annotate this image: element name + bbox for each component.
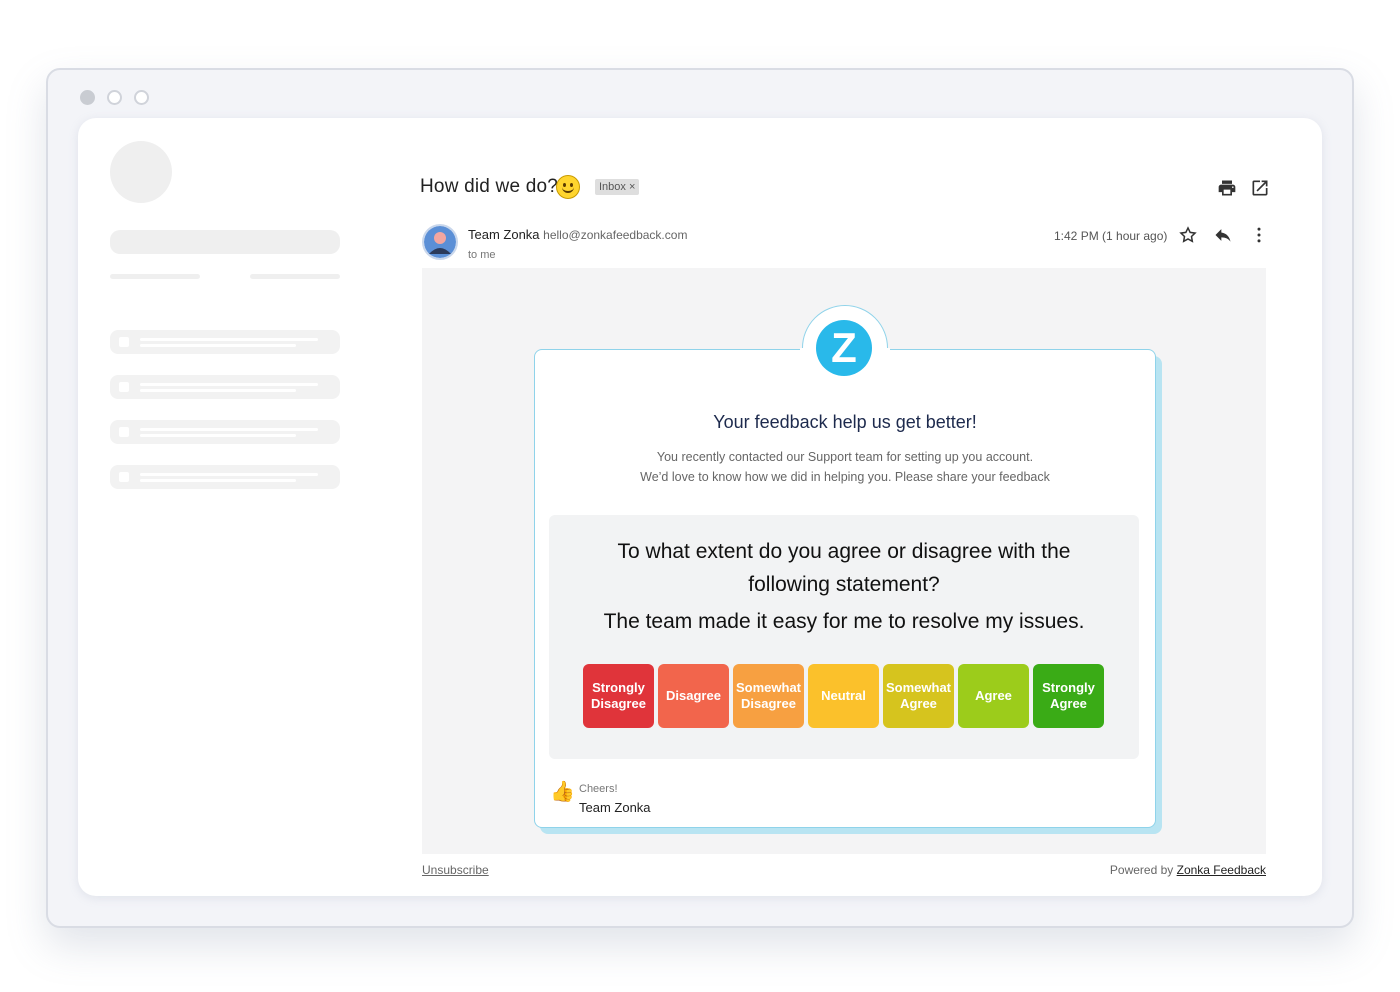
- likert-options: Strongly Disagree Disagree Somewhat Disa…: [583, 664, 1105, 728]
- option-neutral-button[interactable]: Neutral: [808, 664, 879, 728]
- sidebar-item-placeholder: [110, 375, 340, 399]
- closing-text: Cheers!: [579, 783, 618, 795]
- zonka-feedback-link[interactable]: Zonka Feedback: [1177, 863, 1266, 877]
- open-in-new-icon[interactable]: [1250, 178, 1270, 198]
- print-icon[interactable]: [1217, 178, 1237, 198]
- logo-letter: Z: [831, 324, 857, 371]
- option-strongly-disagree-button[interactable]: Strongly Disagree: [583, 664, 654, 728]
- sidebar-line-placeholder: [250, 274, 340, 279]
- sender-email: hello@zonkafeedback.com: [543, 228, 688, 242]
- signature-text: Team Zonka: [579, 800, 651, 815]
- survey-title: Your feedback help us get better!: [713, 412, 977, 432]
- window-close-dot[interactable]: [80, 90, 95, 105]
- option-somewhat-agree-button[interactable]: Somewhat Agree: [883, 664, 954, 728]
- survey-subtitle-line: You recently contacted our Support team …: [656, 450, 1034, 464]
- powered-by: Powered by Zonka Feedback: [978, 863, 1266, 877]
- question-box: To what extent do you agree or disagree …: [549, 515, 1139, 759]
- email-timestamp: 1:42 PM (1 hour ago): [1054, 229, 1168, 243]
- option-strongly-agree-button[interactable]: Strongly Agree: [1033, 664, 1104, 728]
- sidebar-compose-placeholder: [110, 230, 340, 254]
- sender-name: Team Zonka: [468, 227, 540, 242]
- sender-avatar: [422, 224, 458, 260]
- option-disagree-button[interactable]: Disagree: [658, 664, 729, 728]
- unsubscribe-link[interactable]: Unsubscribe: [422, 863, 489, 877]
- email-subject: How did we do?: [420, 176, 558, 197]
- option-somewhat-disagree-button[interactable]: Somewhat Disagree: [733, 664, 804, 728]
- thumbs-up-icon: 👍: [550, 781, 575, 803]
- survey-question: To what extent do you agree or disagree …: [617, 540, 1071, 596]
- recipient-text: to me: [468, 249, 496, 261]
- survey-subtitle: You recently contacted our Support team …: [534, 447, 1156, 487]
- sidebar-item-placeholder: [110, 465, 340, 489]
- zonka-logo-icon: Z: [816, 320, 872, 376]
- mail-client: How did we do? Inbox × Team Zonka hello@…: [78, 118, 1322, 896]
- survey-statement: The team made it easy for me to resolve …: [603, 610, 1085, 633]
- sidebar-avatar-placeholder: [110, 141, 172, 203]
- more-vert-icon[interactable]: [1249, 225, 1269, 245]
- option-agree-button[interactable]: Agree: [958, 664, 1029, 728]
- sidebar-item-placeholder: [110, 420, 340, 444]
- reply-icon[interactable]: [1213, 225, 1233, 245]
- inbox-label-badge[interactable]: Inbox ×: [595, 179, 640, 195]
- powered-by-prefix: Powered by: [1109, 863, 1177, 877]
- window-maximize-dot[interactable]: [134, 90, 149, 105]
- star-icon[interactable]: [1178, 225, 1198, 245]
- sender-line: Team Zonka hello@zonkafeedback.com: [468, 227, 687, 242]
- window-minimize-dot[interactable]: [107, 90, 122, 105]
- smiley-emoji-icon: [556, 175, 580, 199]
- sidebar-line-placeholder: [110, 274, 200, 279]
- sidebar-item-placeholder: [110, 330, 340, 354]
- survey-subtitle-line: We’d love to know how we did in helping …: [640, 470, 1050, 484]
